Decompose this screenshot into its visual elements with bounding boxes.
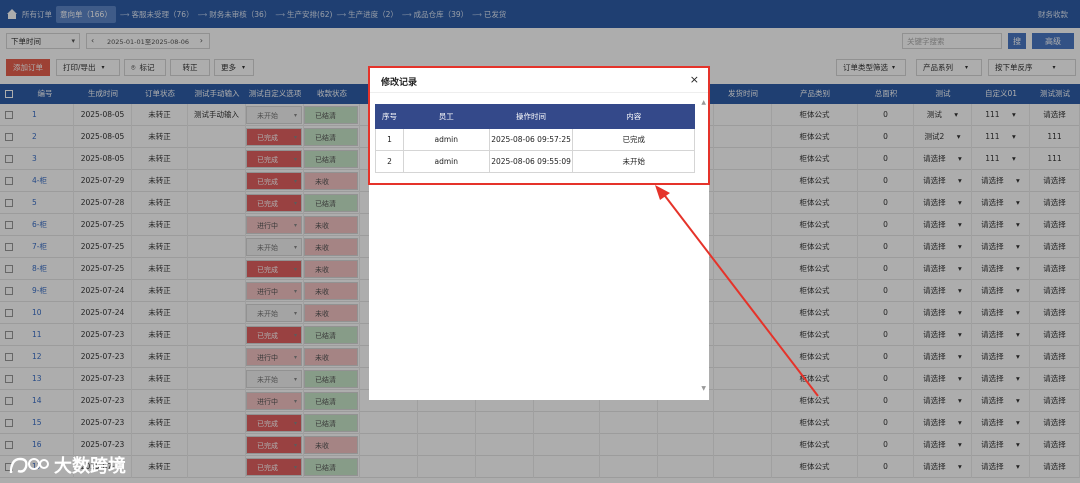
watermark-logo: 大数跨境 bbox=[8, 452, 126, 478]
annotation-arrowhead bbox=[655, 185, 670, 200]
annotation-arrow bbox=[655, 185, 819, 397]
logo-text: 大数跨境 bbox=[54, 456, 126, 477]
annotation-arrow-line bbox=[661, 191, 819, 397]
logo-mark-icon bbox=[9, 457, 49, 474]
